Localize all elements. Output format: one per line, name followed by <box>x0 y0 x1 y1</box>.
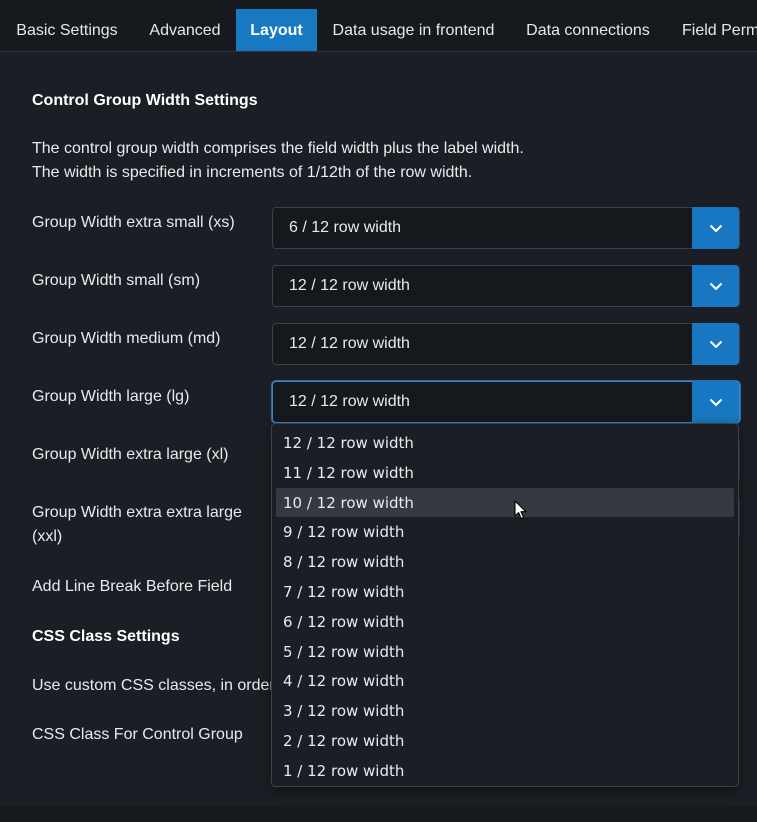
option-1-12[interactable]: 1 / 12 row width <box>276 756 734 786</box>
section-description-line-2: The width is specified in increments of … <box>32 164 473 181</box>
panel-bottom-edge <box>0 806 757 822</box>
select-group-width-lg[interactable]: 12 / 12 row width <box>272 381 740 423</box>
select-value: 12 / 12 row width <box>289 277 410 294</box>
option-6-12[interactable]: 6 / 12 row width <box>276 607 734 637</box>
section-title-control-group-width: Control Group Width Settings <box>32 92 258 109</box>
label-group-width-sm: Group Width small (sm) <box>32 272 201 289</box>
label-group-width-xs: Group Width extra small (xs) <box>32 214 235 231</box>
label-group-width-lg: Group Width large (lg) <box>32 388 190 405</box>
select-group-width-xs[interactable]: 6 / 12 row width <box>272 207 740 249</box>
option-5-12[interactable]: 5 / 12 row width <box>276 637 734 667</box>
tab-data-usage-in-frontend[interactable]: Data usage in frontend <box>317 9 510 51</box>
mouse-pointer-icon <box>514 500 527 520</box>
option-9-12[interactable]: 9 / 12 row width <box>276 517 734 547</box>
label-group-width-xxl: Group Width extra extra large (xxl) <box>32 501 262 549</box>
tab-bar: Basic Settings Advanced Layout Data usag… <box>0 0 757 52</box>
option-3-12[interactable]: 3 / 12 row width <box>276 696 734 726</box>
label-line: Group Width extra extra large <box>32 504 242 521</box>
label-group-width-xl: Group Width extra large (xl) <box>32 446 229 463</box>
label-css-class-control-group: CSS Class For Control Group <box>32 726 243 743</box>
option-4-12[interactable]: 4 / 12 row width <box>276 666 734 696</box>
option-2-12[interactable]: 2 / 12 row width <box>276 726 734 756</box>
chevron-down-icon[interactable] <box>692 323 739 365</box>
section-description-line-1: The control group width comprises the fi… <box>32 140 524 157</box>
option-8-12[interactable]: 8 / 12 row width <box>276 547 734 577</box>
tab-field-permissions[interactable]: Field Perm <box>666 9 757 51</box>
select-value: 6 / 12 row width <box>289 219 402 236</box>
section-title-css-class-settings: CSS Class Settings <box>32 628 180 645</box>
label-add-line-break: Add Line Break Before Field <box>32 578 233 595</box>
select-value: 12 / 12 row width <box>289 393 410 410</box>
option-7-12[interactable]: 7 / 12 row width <box>276 577 734 607</box>
tab-layout[interactable]: Layout <box>236 9 317 51</box>
select-value: 12 / 12 row width <box>289 335 410 352</box>
label-group-width-md: Group Width medium (md) <box>32 330 221 347</box>
chevron-down-icon[interactable] <box>692 265 739 307</box>
tab-data-connections[interactable]: Data connections <box>510 9 666 51</box>
chevron-down-icon[interactable] <box>692 381 739 423</box>
option-11-12[interactable]: 11 / 12 row width <box>276 458 734 488</box>
width-options-dropdown: 12 / 12 row width 11 / 12 row width 10 /… <box>271 423 739 787</box>
option-12-12[interactable]: 12 / 12 row width <box>276 428 734 458</box>
label-line: (xxl) <box>32 528 63 545</box>
select-group-width-sm[interactable]: 12 / 12 row width <box>272 265 740 307</box>
tab-advanced[interactable]: Advanced <box>134 9 236 51</box>
chevron-down-icon[interactable] <box>692 207 739 249</box>
tab-basic-settings[interactable]: Basic Settings <box>0 9 134 51</box>
option-10-12[interactable]: 10 / 12 row width <box>276 487 734 518</box>
css-class-description: Use custom CSS classes, in order <box>32 677 272 694</box>
select-group-width-md[interactable]: 12 / 12 row width <box>272 323 740 365</box>
